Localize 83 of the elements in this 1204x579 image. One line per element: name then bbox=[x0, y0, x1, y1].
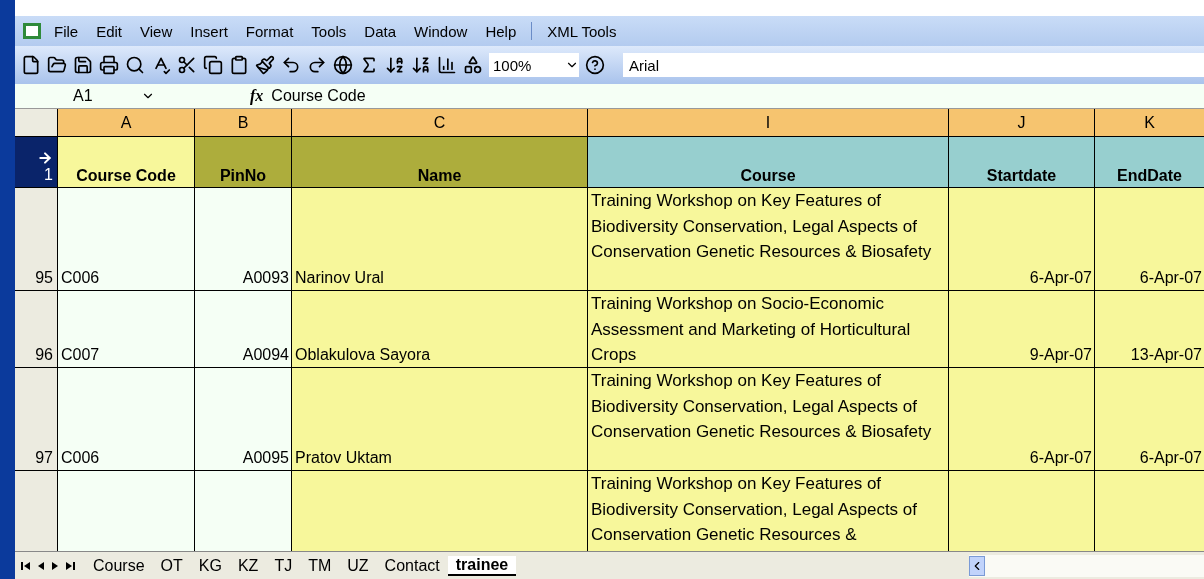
folder-icon[interactable] bbox=[47, 55, 67, 75]
table-cell: Oblakulova Sayora bbox=[292, 291, 587, 367]
table-cell: Training Workshop on Socio-Economic Assessment and Marketing of Horticultural Crops bbox=[588, 291, 948, 367]
column-header[interactable]: B bbox=[195, 109, 291, 136]
table-cell: Training Workshop on Key Features of Biodiversity Conservation, Legal Aspects of Conservation Genetic Resources & Biosafety bbox=[588, 368, 948, 470]
row-header[interactable]: 95 bbox=[15, 188, 57, 290]
sheet-tab[interactable]: TJ bbox=[266, 556, 301, 575]
menu-item[interactable]: File bbox=[47, 20, 86, 42]
table-cell: C007 bbox=[58, 291, 194, 367]
table-cell: 6-Apr-07 bbox=[949, 368, 1094, 470]
menu-item[interactable]: Insert bbox=[183, 20, 235, 42]
brush-icon[interactable] bbox=[255, 55, 275, 75]
column-header[interactable]: J bbox=[949, 109, 1094, 136]
print-icon[interactable] bbox=[99, 55, 119, 75]
header-cell: Startdate bbox=[949, 137, 1094, 187]
arrow-icon bbox=[37, 150, 53, 166]
globe-icon[interactable] bbox=[333, 55, 353, 75]
zoom-dropdown[interactable]: 100% bbox=[489, 53, 579, 77]
paste-icon[interactable] bbox=[229, 55, 249, 75]
sheet-tab[interactable]: KZ bbox=[229, 556, 267, 575]
table-cell: Training Workshop on Key Features of Biodiversity Conservation, Legal Aspects of Conservation Genetic Resources & Biosafety bbox=[588, 188, 948, 290]
header-cell: EndDate bbox=[1095, 137, 1204, 187]
table-cell: 6-Apr-07 bbox=[1095, 188, 1204, 290]
menu-item[interactable]: View bbox=[133, 20, 180, 42]
header-cell: Course bbox=[588, 137, 948, 187]
last-sheet-icon[interactable] bbox=[66, 560, 75, 571]
sort-descending-icon[interactable] bbox=[411, 55, 431, 75]
sheet-tab[interactable]: Course bbox=[85, 556, 153, 575]
column-header[interactable]: I bbox=[588, 109, 948, 136]
menu-item[interactable]: Data bbox=[357, 20, 404, 42]
table-cell: Narinov Ural bbox=[292, 188, 587, 290]
sheet-tab[interactable]: OT bbox=[152, 556, 191, 575]
menu-item[interactable]: Help bbox=[478, 20, 524, 42]
help-icon[interactable] bbox=[585, 55, 605, 75]
spreadsheet-icon[interactable] bbox=[21, 21, 43, 41]
scroll-left-button[interactable] bbox=[969, 555, 985, 576]
sheet-tab[interactable]: KG bbox=[190, 556, 230, 575]
table-cell: A0094 bbox=[195, 291, 291, 367]
table-cell: Pratov Uktam bbox=[292, 368, 587, 470]
menu-item[interactable]: Window bbox=[407, 20, 475, 42]
function-label: fx bbox=[250, 87, 264, 105]
chart-icon[interactable] bbox=[437, 55, 457, 75]
save-icon[interactable] bbox=[73, 55, 93, 75]
table-cell: Training Workshop on Key Features of Biodiversity Conservation, Legal Aspects of Conservation Genetic Resources & bbox=[588, 471, 948, 551]
next-sheet-icon[interactable] bbox=[52, 560, 58, 571]
previous-sheet-icon[interactable] bbox=[38, 560, 44, 571]
sheet-tab[interactable]: UZ bbox=[339, 556, 377, 575]
copy-icon[interactable] bbox=[203, 55, 223, 75]
column-header[interactable]: C bbox=[292, 109, 587, 136]
first-sheet-icon[interactable] bbox=[21, 560, 30, 571]
new-file-icon[interactable] bbox=[21, 55, 41, 75]
menu-item[interactable]: XML Tools bbox=[540, 20, 624, 42]
row-header[interactable]: 96 bbox=[15, 291, 57, 367]
column-header[interactable]: A bbox=[58, 109, 194, 136]
header-cell: PinNo bbox=[195, 137, 291, 187]
table-cell: C006 bbox=[58, 368, 194, 470]
menu-item[interactable]: Format bbox=[238, 20, 301, 42]
sort-ascending-icon[interactable] bbox=[385, 55, 405, 75]
sheet-tab[interactable]: Contact bbox=[376, 556, 448, 575]
sheet-tab[interactable]: TM bbox=[300, 556, 340, 575]
table-cell: 13-Apr-07 bbox=[1095, 291, 1204, 367]
menu-item[interactable]: Tools bbox=[304, 20, 354, 42]
row-header[interactable]: 97 bbox=[15, 368, 57, 470]
header-cell: Name bbox=[292, 137, 587, 187]
row-header[interactable]: 1 bbox=[15, 137, 57, 187]
sheet-tab[interactable]: trainee bbox=[447, 555, 517, 576]
table-cell: C006 bbox=[58, 188, 194, 290]
font-field[interactable]: Arial bbox=[623, 53, 1204, 77]
print-preview-icon[interactable] bbox=[125, 55, 145, 75]
undo-icon[interactable] bbox=[281, 55, 301, 75]
table-cell: 6-Apr-07 bbox=[949, 188, 1094, 290]
table-cell: 9-Apr-07 bbox=[949, 291, 1094, 367]
menu-item[interactable]: Edit bbox=[89, 20, 130, 42]
name-box[interactable]: A1 bbox=[15, 84, 155, 108]
table-cell: A0093 bbox=[195, 188, 291, 290]
redo-icon[interactable] bbox=[307, 55, 327, 75]
table-cell: A0095 bbox=[195, 368, 291, 470]
column-header[interactable]: K bbox=[1095, 109, 1204, 136]
cut-icon[interactable] bbox=[177, 55, 197, 75]
shapes-icon[interactable] bbox=[463, 55, 483, 75]
formula-field[interactable]: Course Code bbox=[271, 87, 366, 105]
table-cell: 6-Apr-07 bbox=[1095, 368, 1204, 470]
header-cell: Course Code bbox=[58, 137, 194, 187]
